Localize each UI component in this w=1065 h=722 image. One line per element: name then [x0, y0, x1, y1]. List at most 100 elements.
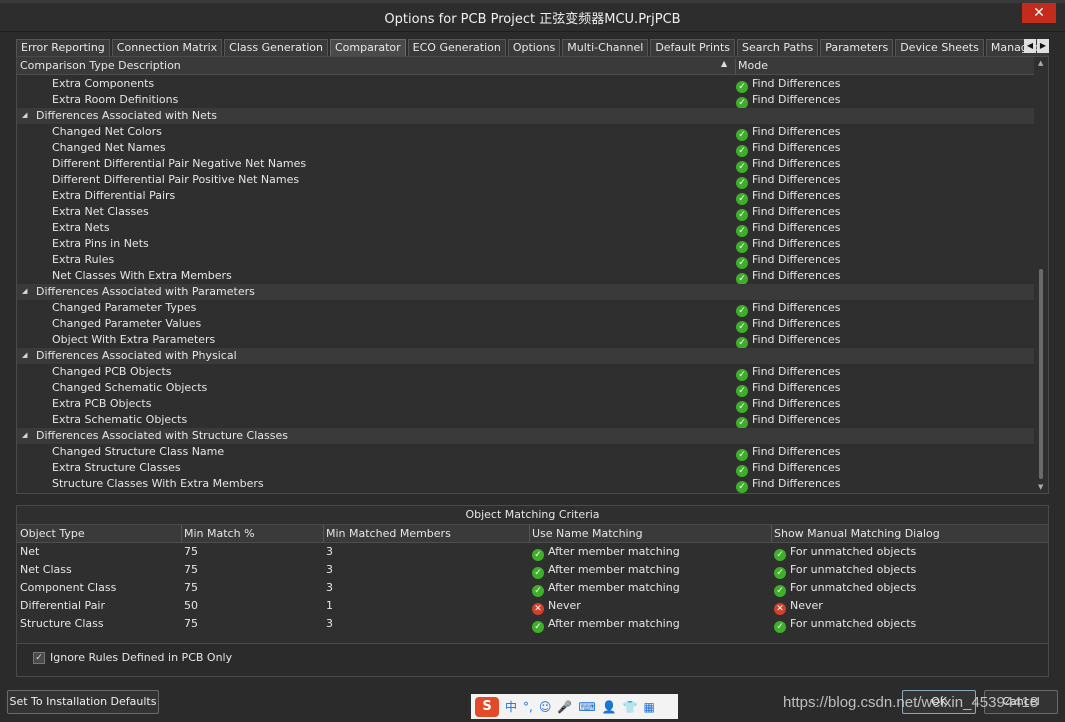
matching-row[interactable]: Net Class 75 3 ✓ After member matching ✓ For u…	[17, 561, 1048, 579]
ime-keyboard-icon[interactable]: ⌨	[578, 700, 595, 714]
min-match-cell[interactable]: 75	[184, 563, 198, 576]
mode-cell[interactable]: ✓ Find Differences	[736, 173, 840, 189]
matching-row[interactable]: Differential Pair 50 1 ✕ Never ✕ Never	[17, 597, 1048, 615]
manual-dialog-cell[interactable]: ✕ Never	[774, 599, 823, 615]
mode-cell[interactable]: ✓ Find Differences	[736, 445, 840, 461]
mode-cell[interactable]: ✓ Find Differences	[736, 77, 840, 93]
name-matching-cell[interactable]: ✓ After member matching	[532, 581, 680, 597]
mode-cell[interactable]: ✓ Find Differences	[736, 221, 840, 237]
min-match-cell[interactable]: 75	[184, 545, 198, 558]
comparison-row[interactable]: Different Differential Pair Positive Net…	[17, 172, 1034, 189]
manual-dialog-cell[interactable]: ✓ For unmatched objects	[774, 581, 916, 597]
ime-punctuation-icon[interactable]: °,	[523, 700, 533, 714]
mode-cell[interactable]: ✓ Find Differences	[736, 93, 840, 109]
comparison-row[interactable]: Extra Rules ✓ Find Differences	[17, 252, 1034, 269]
group-row[interactable]: ◢ Differences Associated with Nets	[17, 108, 1034, 124]
min-members-cell[interactable]: 3	[326, 545, 333, 558]
object-type-cell[interactable]: Structure Class	[20, 617, 104, 630]
ime-voice-icon[interactable]: 🎤	[557, 700, 572, 714]
matching-row[interactable]: Structure Class 75 3 ✓ After member matching…	[17, 615, 1048, 633]
collapse-triangle-icon[interactable]: ◢	[22, 351, 27, 359]
min-members-cell[interactable]: 3	[326, 563, 333, 576]
comparison-row[interactable]: Extra Nets ✓ Find Differences	[17, 220, 1034, 237]
tab-device-sheets[interactable]: Device Sheets	[895, 39, 984, 56]
name-matching-cell[interactable]: ✓ After member matching	[532, 617, 680, 633]
group-row[interactable]: ◢ Differences Associated with Parameters	[17, 284, 1034, 300]
tab-search-paths[interactable]: Search Paths	[737, 39, 819, 56]
tab-error-reporting[interactable]: Error Reporting	[16, 39, 110, 56]
tab-eco-generation[interactable]: ECO Generation	[407, 39, 506, 56]
mode-cell[interactable]: ✓ Find Differences	[736, 205, 840, 221]
tab-connection-matrix[interactable]: Connection Matrix	[111, 39, 223, 56]
comparison-row[interactable]: Extra Net Classes ✓ Find Differences	[17, 204, 1034, 221]
comparison-row[interactable]: Changed Parameter Types ✓ Find Differences	[17, 300, 1034, 317]
ime-skin-icon[interactable]: 👕	[623, 700, 638, 714]
tab-default-prints[interactable]: Default Prints	[650, 39, 736, 56]
comparison-row[interactable]: Changed PCB Objects ✓ Find Differences	[17, 364, 1034, 381]
comparison-row[interactable]: Changed Net Names ✓ Find Differences	[17, 140, 1034, 157]
collapse-triangle-icon[interactable]: ◢	[22, 287, 27, 295]
tab-comparator[interactable]: Comparator	[329, 39, 406, 56]
comparison-row[interactable]: Extra Schematic Objects ✓ Find Differences	[17, 412, 1034, 429]
comparison-row[interactable]: Changed Schematic Objects ✓ Find Differenc…	[17, 380, 1034, 397]
tab-scroll-right-icon[interactable]: ▶	[1037, 39, 1049, 53]
min-members-cell[interactable]: 3	[326, 617, 333, 630]
name-matching-cell[interactable]: ✓ After member matching	[532, 545, 680, 561]
group-row[interactable]: ◢ Differences Associated with Physical	[17, 348, 1034, 364]
object-type-cell[interactable]: Net Class	[20, 563, 72, 576]
min-match-cell[interactable]: 50	[184, 599, 198, 612]
mode-cell[interactable]: ✓ Find Differences	[736, 381, 840, 397]
header-min-members[interactable]: Min Matched Members	[326, 527, 451, 540]
group-row[interactable]: ◢ Differences Associated with Structure C…	[17, 428, 1034, 444]
mode-cell[interactable]: ✓ Find Differences	[736, 125, 840, 141]
name-matching-cell[interactable]: ✓ After member matching	[532, 563, 680, 579]
mode-cell[interactable]: ✓ Find Differences	[736, 365, 840, 381]
mode-cell[interactable]: ✓ Find Differences	[736, 477, 840, 493]
ime-menu-icon[interactable]: ▦	[644, 700, 655, 714]
scroll-thumb[interactable]	[1039, 269, 1043, 479]
collapse-triangle-icon[interactable]: ◢	[22, 431, 27, 439]
header-manual-dialog[interactable]: Show Manual Matching Dialog	[774, 527, 940, 540]
manual-dialog-cell[interactable]: ✓ For unmatched objects	[774, 563, 916, 579]
tab-multi-channel[interactable]: Multi-Channel	[562, 39, 649, 56]
tab-parameters[interactable]: Parameters	[820, 39, 894, 56]
tab-class-generation[interactable]: Class Generation	[224, 39, 328, 56]
ignore-rules-checkbox[interactable]: ✓ Ignore Rules Defined in PCB Only	[33, 651, 232, 664]
mode-cell[interactable]: ✓ Find Differences	[736, 461, 840, 477]
header-name-matching[interactable]: Use Name Matching	[532, 527, 643, 540]
set-defaults-button[interactable]: Set To Installation Defaults	[7, 690, 159, 714]
comparison-row[interactable]: Changed Net Colors ✓ Find Differences	[17, 124, 1034, 141]
ime-chinese-icon[interactable]: 中	[505, 698, 517, 715]
matching-row[interactable]: Component Class 75 3 ✓ After member matching…	[17, 579, 1048, 597]
comparison-row[interactable]: Extra Structure Classes ✓ Find Differences	[17, 460, 1034, 477]
checkbox-box[interactable]: ✓	[33, 651, 45, 664]
mode-cell[interactable]: ✓ Find Differences	[736, 269, 840, 285]
object-type-cell[interactable]: Component Class	[20, 581, 116, 594]
name-matching-cell[interactable]: ✕ Never	[532, 599, 581, 615]
sogou-logo-icon[interactable]: S	[475, 696, 499, 717]
min-members-cell[interactable]: 1	[326, 599, 333, 612]
mode-cell[interactable]: ✓ Find Differences	[736, 397, 840, 413]
mode-cell[interactable]: ✓ Find Differences	[736, 189, 840, 205]
comparison-row[interactable]: Extra PCB Objects ✓ Find Differences	[17, 396, 1034, 413]
object-type-cell[interactable]: Differential Pair	[20, 599, 105, 612]
mode-cell[interactable]: ✓ Find Differences	[736, 237, 840, 253]
mode-cell[interactable]: ✓ Find Differences	[736, 301, 840, 317]
vertical-scrollbar[interactable]: ▲ ▼	[1036, 59, 1046, 491]
scroll-up-icon[interactable]: ▲	[1038, 59, 1043, 67]
comparison-row[interactable]: Extra Differential Pairs ✓ Find Difference…	[17, 188, 1034, 205]
comparison-row[interactable]: Extra Pins in Nets ✓ Find Differences	[17, 236, 1034, 253]
comparison-row[interactable]: Net Classes With Extra Members ✓ Find Diff…	[17, 268, 1034, 285]
mode-cell[interactable]: ✓ Find Differences	[736, 253, 840, 269]
collapse-triangle-icon[interactable]: ◢	[22, 111, 27, 119]
close-button[interactable]: ✕	[1022, 3, 1056, 23]
min-match-cell[interactable]: 75	[184, 581, 198, 594]
manual-dialog-cell[interactable]: ✓ For unmatched objects	[774, 545, 916, 561]
ime-user-icon[interactable]: 👤	[602, 700, 617, 714]
mode-cell[interactable]: ✓ Find Differences	[736, 413, 840, 429]
comparison-row[interactable]: Changed Parameter Values ✓ Find Difference…	[17, 316, 1034, 333]
mode-cell[interactable]: ✓ Find Differences	[736, 141, 840, 157]
comparison-row[interactable]: Structure Classes With Extra Members ✓ Fin…	[17, 476, 1034, 493]
min-members-cell[interactable]: 3	[326, 581, 333, 594]
comparison-row[interactable]: Different Differential Pair Negative Net…	[17, 156, 1034, 173]
